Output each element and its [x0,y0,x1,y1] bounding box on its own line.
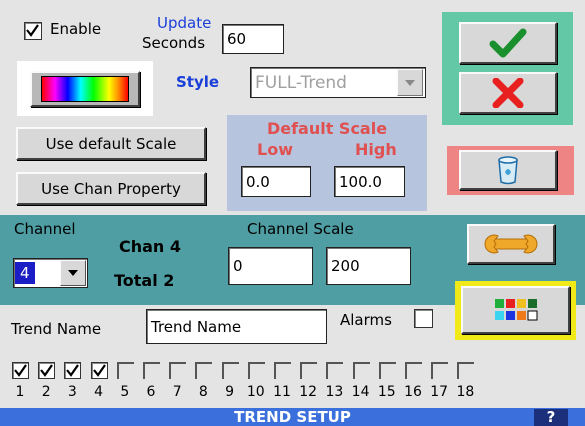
channel-number-label: 15 [377,384,396,400]
enable-label: Enable [50,20,102,38]
channel-number-label: 1 [15,384,25,400]
default-scale-high-label: High [355,140,397,159]
color-gradient-button[interactable] [30,71,140,107]
channel-number-label: 4 [94,384,104,400]
channel-number-label: 13 [325,384,344,400]
trend-name-input[interactable]: Trend Name [146,309,327,344]
dropdown-arrow-icon[interactable] [397,69,423,96]
default-scale-high-input[interactable]: 100.0 [334,166,405,197]
channel-select[interactable]: 4 [13,258,88,288]
chan-total-text: Total 2 [114,271,175,290]
channel-number-label: 2 [41,384,51,400]
alarms-label: Alarms [340,311,392,329]
channel-9-checkbox[interactable] [221,362,239,379]
x-icon [492,78,524,108]
channel-number-label: 17 [430,384,449,400]
color-gradient-icon [41,76,129,102]
enable-checkbox[interactable] [24,22,42,40]
checkmark-icon [489,28,527,58]
alarms-checkbox[interactable] [414,309,433,328]
channel-14-checkbox[interactable] [352,362,370,379]
default-scale-title: Default Scale [266,119,388,138]
channel-number-label: 9 [225,384,235,400]
ok-button[interactable] [459,22,557,64]
trash-icon [498,156,518,185]
style-label: Style [176,73,220,91]
channel-15-checkbox[interactable] [378,362,396,379]
channel-1-checkbox[interactable] [12,362,29,379]
default-scale-low-label: Low [257,140,293,159]
channel-12-checkbox[interactable] [300,362,318,379]
channel-scale-low-input[interactable]: 0 [228,247,313,285]
channel-11-checkbox[interactable] [274,362,291,379]
channel-2-checkbox[interactable] [38,362,56,379]
cancel-button[interactable] [459,72,557,114]
wrench-icon [484,234,538,254]
channel-8-checkbox[interactable] [195,362,213,379]
channel-5-checkbox[interactable] [116,362,134,379]
channel-7-checkbox[interactable] [169,362,187,379]
channel-number-label: 6 [146,384,156,400]
channel-number-label: 10 [246,384,265,400]
seconds-label: Seconds [142,34,206,52]
channel-number-label: 11 [273,384,291,400]
channel-number-label: 18 [456,384,475,400]
channel-17-checkbox[interactable] [431,362,449,379]
style-select[interactable]: FULL-Trend [250,67,426,98]
channel-16-checkbox[interactable] [405,362,422,379]
channel-scale-label: Channel Scale [247,220,354,238]
settings-wrench-button[interactable] [467,224,555,264]
help-button[interactable]: ? [534,409,568,426]
channel-number-label: 8 [198,384,208,400]
use-chan-property-button[interactable]: Use Chan Property [16,172,206,205]
color-palette-icon [494,299,537,321]
delete-button[interactable] [459,150,557,190]
channel-6-checkbox[interactable] [143,362,160,379]
channel-number-label: 12 [299,384,318,400]
channel-3-checkbox[interactable] [64,362,82,379]
channel-number-label: 5 [120,384,130,400]
channel-18-checkbox[interactable] [457,362,475,379]
channel-number-label: 16 [404,384,422,400]
channel-selected-value: 4 [15,262,35,284]
use-default-scale-button[interactable]: Use default Scale [16,127,206,160]
channel-label: Channel [14,220,76,238]
channel-13-checkbox[interactable] [326,362,344,379]
channel-scale-high-input[interactable]: 200 [326,247,411,285]
default-scale-low-input[interactable]: 0.0 [241,166,311,197]
channel-number-label: 7 [172,384,182,400]
update-label: Update [157,14,212,32]
channel-4-checkbox[interactable] [90,362,108,379]
channel-10-checkbox[interactable] [247,362,265,379]
style-value: FULL-Trend [255,72,347,93]
channel-dropdown-arrow-icon[interactable] [60,260,86,286]
update-seconds-input[interactable]: 60 [222,24,284,54]
chan-number-text: Chan 4 [119,237,182,256]
color-palette-button[interactable] [461,286,570,334]
channel-number-label: 3 [67,384,77,400]
channel-number-label: 14 [351,384,370,400]
trend-name-label: Trend Name [11,320,102,338]
footer-title: TREND SETUP [234,408,351,426]
